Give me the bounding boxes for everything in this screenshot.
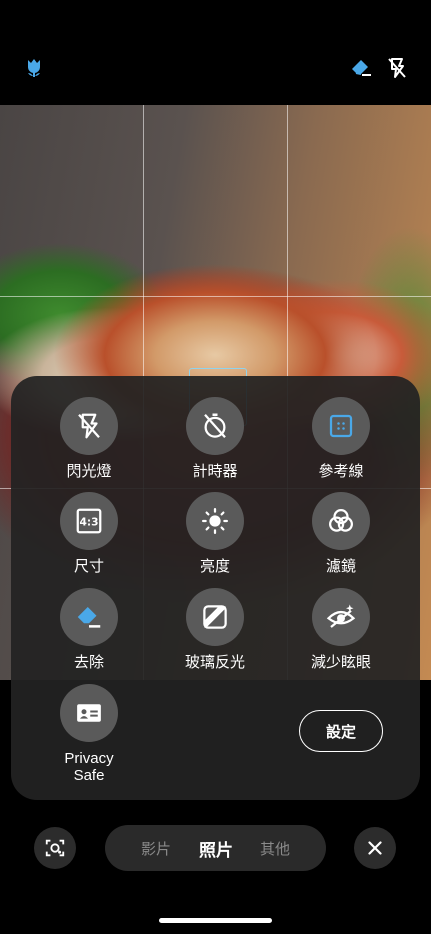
- option-label: 玻璃反光: [184, 654, 245, 671]
- option-label: 閃光燈: [66, 463, 112, 480]
- option-privacy-safe[interactable]: Privacy Safe: [29, 684, 149, 784]
- option-label: Privacy Safe: [64, 750, 114, 784]
- mode-selector: 影片 照片 其他: [105, 825, 326, 871]
- option-label: 減少眩眼: [310, 654, 371, 671]
- flash-off-icon[interactable]: [383, 54, 411, 82]
- option-brightness[interactable]: 亮度: [155, 492, 275, 575]
- mode-video[interactable]: 影片: [141, 825, 171, 871]
- reduce-glare-icon: [312, 588, 370, 646]
- option-label: 參考線: [318, 463, 364, 480]
- timer-off-icon: [186, 397, 244, 455]
- option-label: 濾鏡: [325, 558, 356, 575]
- privacy-id-card-icon: [60, 684, 118, 742]
- brightness-icon: [186, 492, 244, 550]
- top-bar: [0, 0, 431, 105]
- macro-flower-icon[interactable]: [20, 54, 48, 82]
- option-label: 尺寸: [73, 558, 104, 575]
- option-timer[interactable]: 計時器: [155, 397, 275, 480]
- option-erase[interactable]: 去除: [29, 588, 149, 671]
- option-reduce-glare[interactable]: 減少眩眼: [281, 588, 401, 671]
- option-label: 去除: [73, 654, 104, 671]
- settings-button[interactable]: 設定: [299, 710, 383, 752]
- mode-more[interactable]: 其他: [260, 825, 290, 871]
- option-label: 計時器: [192, 463, 238, 480]
- lens-switch-icon: [45, 839, 65, 857]
- option-grid-lines[interactable]: 參考線: [281, 397, 401, 480]
- glass-reflection-icon: [186, 588, 244, 646]
- home-indicator[interactable]: [159, 918, 272, 923]
- eraser-icon: [60, 588, 118, 646]
- option-label: 亮度: [199, 558, 230, 575]
- lens-switch-button[interactable]: [34, 827, 76, 869]
- flash-off-icon: [60, 397, 118, 455]
- close-icon: [368, 841, 382, 855]
- aspect-ratio-text: 4:3: [79, 515, 98, 528]
- aspect-ratio-4-3-icon: 4:3: [60, 492, 118, 550]
- eraser-icon[interactable]: [347, 54, 375, 82]
- option-filters[interactable]: 濾鏡: [281, 492, 401, 575]
- filters-icon: [312, 492, 370, 550]
- grid-line: [0, 296, 431, 297]
- option-size[interactable]: 4:3 尺寸: [29, 492, 149, 575]
- close-button[interactable]: [354, 827, 396, 869]
- option-glass-reflection[interactable]: 玻璃反光: [155, 588, 275, 671]
- mode-photo[interactable]: 照片: [199, 825, 233, 871]
- option-flash[interactable]: 閃光燈: [29, 397, 149, 480]
- grid-lines-icon: [312, 397, 370, 455]
